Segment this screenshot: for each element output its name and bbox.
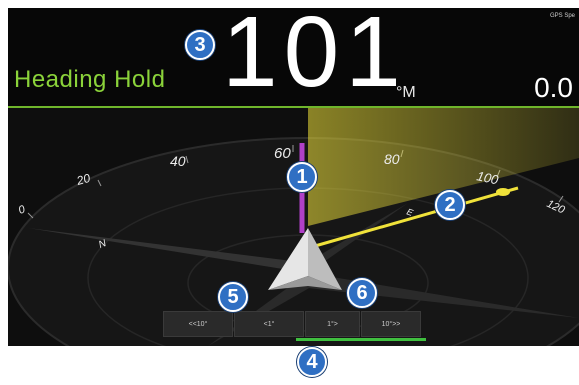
- callout-5: 5: [218, 282, 248, 312]
- callout-3: 3: [185, 30, 215, 60]
- page-title: Heading Hold: [14, 66, 166, 93]
- adjust-plus-1-button[interactable]: 1°>: [305, 311, 360, 337]
- tick-label-80: 80: [384, 151, 400, 167]
- adjust-plus-10-button[interactable]: 10°>>: [361, 311, 421, 337]
- target-heading-marker: [496, 188, 510, 196]
- callout-2: 2: [435, 190, 465, 220]
- adjust-minus-1-button[interactable]: <1°: [234, 311, 304, 337]
- adjust-minus-10-button[interactable]: <<10°: [163, 311, 233, 337]
- tick-label-40: 40: [170, 153, 186, 169]
- top-bar: Heading Hold 101 °M GPS Spe 0.0: [8, 8, 579, 108]
- gps-speed-label: GPS Spe: [549, 13, 575, 19]
- tick-label-0: 0: [17, 203, 28, 217]
- speed-readout: 0.0: [534, 72, 573, 103]
- callout-1: 1: [287, 162, 317, 192]
- tick-label-60: 60: [274, 145, 291, 162]
- selected-indicator: [296, 338, 426, 341]
- heading-readout: 101: [222, 8, 407, 108]
- callout-4: 4: [297, 347, 327, 377]
- heading-unit: °M: [396, 84, 416, 101]
- callout-6: 6: [347, 278, 377, 308]
